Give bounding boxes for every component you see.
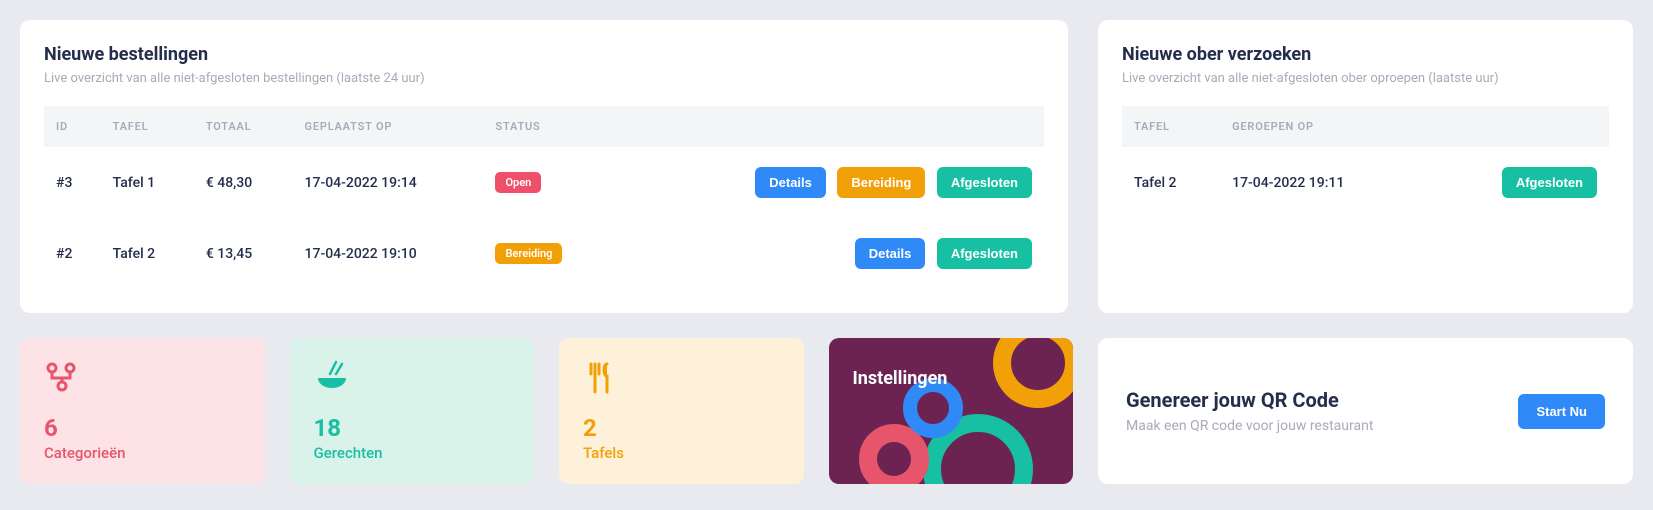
orders-card: Nieuwe bestellingen Live overzicht van a… [20, 20, 1068, 313]
bowl-icon [314, 360, 511, 400]
orders-th-totaal: TOTAAL [194, 106, 293, 147]
order-geplaatst: 17-04-2022 19:10 [293, 218, 484, 289]
status-badge: Open [495, 172, 541, 193]
waiter-geroepen: 17-04-2022 19:11 [1220, 147, 1421, 218]
tables-label: Tafels [583, 444, 780, 462]
qr-subtitle: Maak een QR code voor jouw restaurant [1126, 418, 1373, 434]
bereiding-button[interactable]: Bereiding [837, 167, 925, 198]
table-row: Tafel 2 17-04-2022 19:11 Afgesloten [1122, 147, 1609, 218]
waiter-th-geroepen: GEROEPEN OP [1220, 106, 1421, 147]
orders-th-tafel: TAFEL [101, 106, 194, 147]
order-tafel: Tafel 2 [101, 218, 194, 289]
afgesloten-button[interactable]: Afgesloten [1502, 167, 1597, 198]
order-totaal: € 48,30 [194, 147, 293, 218]
waiter-th-tafel: TAFEL [1122, 106, 1220, 147]
qr-card: Genereer jouw QR Code Maak een QR code v… [1098, 338, 1633, 484]
orders-th-id: ID [44, 106, 101, 147]
settings-label: Instellingen [853, 368, 948, 389]
table-row: #3 Tafel 1 € 48,30 17-04-2022 19:14 Open… [44, 147, 1044, 218]
order-id: #2 [44, 218, 101, 289]
waiter-card: Nieuwe ober verzoeken Live overzicht van… [1098, 20, 1633, 313]
categories-count: 6 [44, 414, 241, 442]
qr-title: Genereer jouw QR Code [1126, 388, 1373, 412]
categories-label: Categorieën [44, 444, 241, 462]
details-button[interactable]: Details [755, 167, 826, 198]
status-badge: Bereiding [495, 243, 562, 264]
utensils-icon [583, 360, 780, 400]
table-row: #2 Tafel 2 € 13,45 17-04-2022 19:10 Bere… [44, 218, 1044, 289]
order-geplaatst: 17-04-2022 19:14 [293, 147, 484, 218]
afgesloten-button[interactable]: Afgesloten [937, 238, 1032, 269]
orders-subtitle: Live overzicht van alle niet-afgesloten … [44, 71, 1044, 86]
categories-icon [44, 360, 241, 400]
settings-tile[interactable]: Instellingen [829, 338, 1074, 484]
dishes-label: Gerechten [314, 444, 511, 462]
waiter-table: TAFEL GEROEPEN OP Tafel 2 17-04-2022 19:… [1122, 106, 1609, 218]
waiter-subtitle: Live overzicht van alle niet-afgesloten … [1122, 71, 1609, 86]
details-button[interactable]: Details [855, 238, 926, 269]
orders-title: Nieuwe bestellingen [44, 44, 1044, 65]
start-now-button[interactable]: Start Nu [1518, 394, 1605, 429]
waiter-title: Nieuwe ober verzoeken [1122, 44, 1609, 65]
categories-tile[interactable]: 6 Categorieën [20, 338, 265, 484]
waiter-tafel: Tafel 2 [1122, 147, 1220, 218]
orders-table: ID TAFEL TOTAAL GEPLAATST OP STATUS #3 T… [44, 106, 1044, 289]
decorative-icon [993, 338, 1073, 408]
order-tafel: Tafel 1 [101, 147, 194, 218]
tables-tile[interactable]: 2 Tafels [559, 338, 804, 484]
order-id: #3 [44, 147, 101, 218]
orders-th-status: STATUS [483, 106, 611, 147]
order-totaal: € 13,45 [194, 218, 293, 289]
tables-count: 2 [583, 414, 780, 442]
orders-th-geplaatst: GEPLAATST OP [293, 106, 484, 147]
dishes-tile[interactable]: 18 Gerechten [290, 338, 535, 484]
dishes-count: 18 [314, 414, 511, 442]
afgesloten-button[interactable]: Afgesloten [937, 167, 1032, 198]
